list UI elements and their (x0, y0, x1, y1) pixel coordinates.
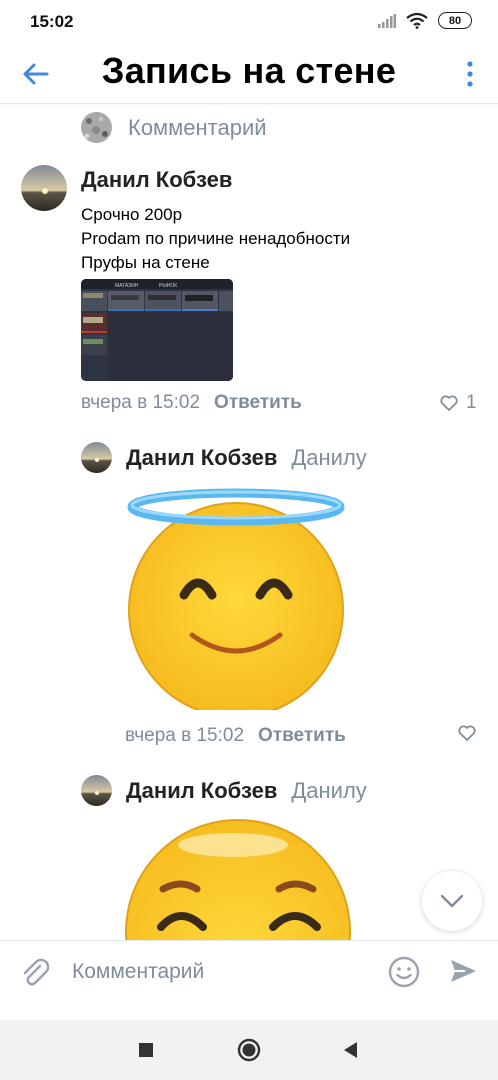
like-button[interactable] (458, 725, 476, 741)
comment-line: Пруфы на стене (81, 253, 210, 272)
avatar (81, 112, 112, 143)
comment-line: Prodam по причине ненадобности (81, 229, 351, 248)
avatar[interactable] (21, 165, 67, 211)
photo-tab: РЫНОК (159, 283, 177, 289)
comment-author[interactable]: Данил Кобзев (81, 167, 232, 193)
app-header: Запись на стене (0, 44, 498, 104)
comment-placeholder: Комментарий (128, 114, 267, 140)
send-icon[interactable] (447, 955, 479, 987)
attached-photo[interactable]: МАГАЗИН РЫНОК (81, 279, 233, 381)
reply-header: Данил Кобзев Данилу (81, 775, 367, 806)
avatar[interactable] (81, 442, 112, 473)
comment-author[interactable]: Данил Кобзев (126, 445, 277, 471)
back-button[interactable] (339, 1038, 363, 1062)
comments-feed[interactable]: Комментарий Данил Кобзев Срочно 200р Pro… (0, 105, 498, 940)
comment-composer (0, 940, 498, 1020)
reply-to[interactable]: Данилу (291, 445, 366, 471)
reply-to[interactable]: Данилу (291, 778, 366, 804)
smiling-face-emoji[interactable] (123, 817, 353, 940)
chevron-down-icon (440, 894, 464, 908)
comment-meta: вчера в 15:02 Ответить (81, 392, 302, 414)
photo-tab: МАГАЗИН (115, 283, 139, 289)
previous-comment-composer[interactable]: Комментарий (81, 112, 267, 143)
comment-line: Срочно 200р (81, 205, 183, 224)
like-count: 1 (466, 392, 477, 413)
wifi-icon (406, 12, 428, 29)
angel-smile-emoji[interactable] (126, 485, 346, 710)
scroll-down-button[interactable] (422, 871, 482, 931)
recent-apps-button[interactable] (134, 1038, 158, 1062)
comment-input[interactable] (72, 955, 372, 989)
avatar[interactable] (81, 775, 112, 806)
signal-icon (378, 13, 396, 28)
comment-text: Срочно 200р Prodam по причине ненадобнос… (81, 203, 350, 275)
reply-header: Данил Кобзев Данилу (81, 442, 367, 473)
smiley-icon[interactable] (387, 955, 421, 989)
system-nav-bar (0, 1020, 498, 1080)
status-time: 15:02 (30, 12, 74, 31)
heart-icon (458, 725, 476, 741)
heart-icon (440, 395, 458, 411)
home-button[interactable] (237, 1038, 261, 1062)
reply-button[interactable]: Ответить (214, 392, 302, 414)
page-title: Запись на стене (101, 50, 397, 91)
comment-author[interactable]: Данил Кобзев (126, 778, 277, 804)
comment-time: вчера в 15:02 (125, 725, 245, 746)
status-bar: 15:02 80 (0, 0, 498, 44)
more-vertical-icon[interactable] (464, 60, 476, 88)
paperclip-icon[interactable] (20, 955, 52, 987)
like-button[interactable]: 1 (440, 392, 477, 414)
comment-time: вчера в 15:02 (81, 392, 201, 413)
reply-button[interactable]: Ответить (258, 725, 346, 747)
status-icons: 80 (378, 12, 472, 29)
battery-indicator: 80 (438, 12, 472, 29)
comment-meta: вчера в 15:02 Ответить (125, 725, 346, 747)
